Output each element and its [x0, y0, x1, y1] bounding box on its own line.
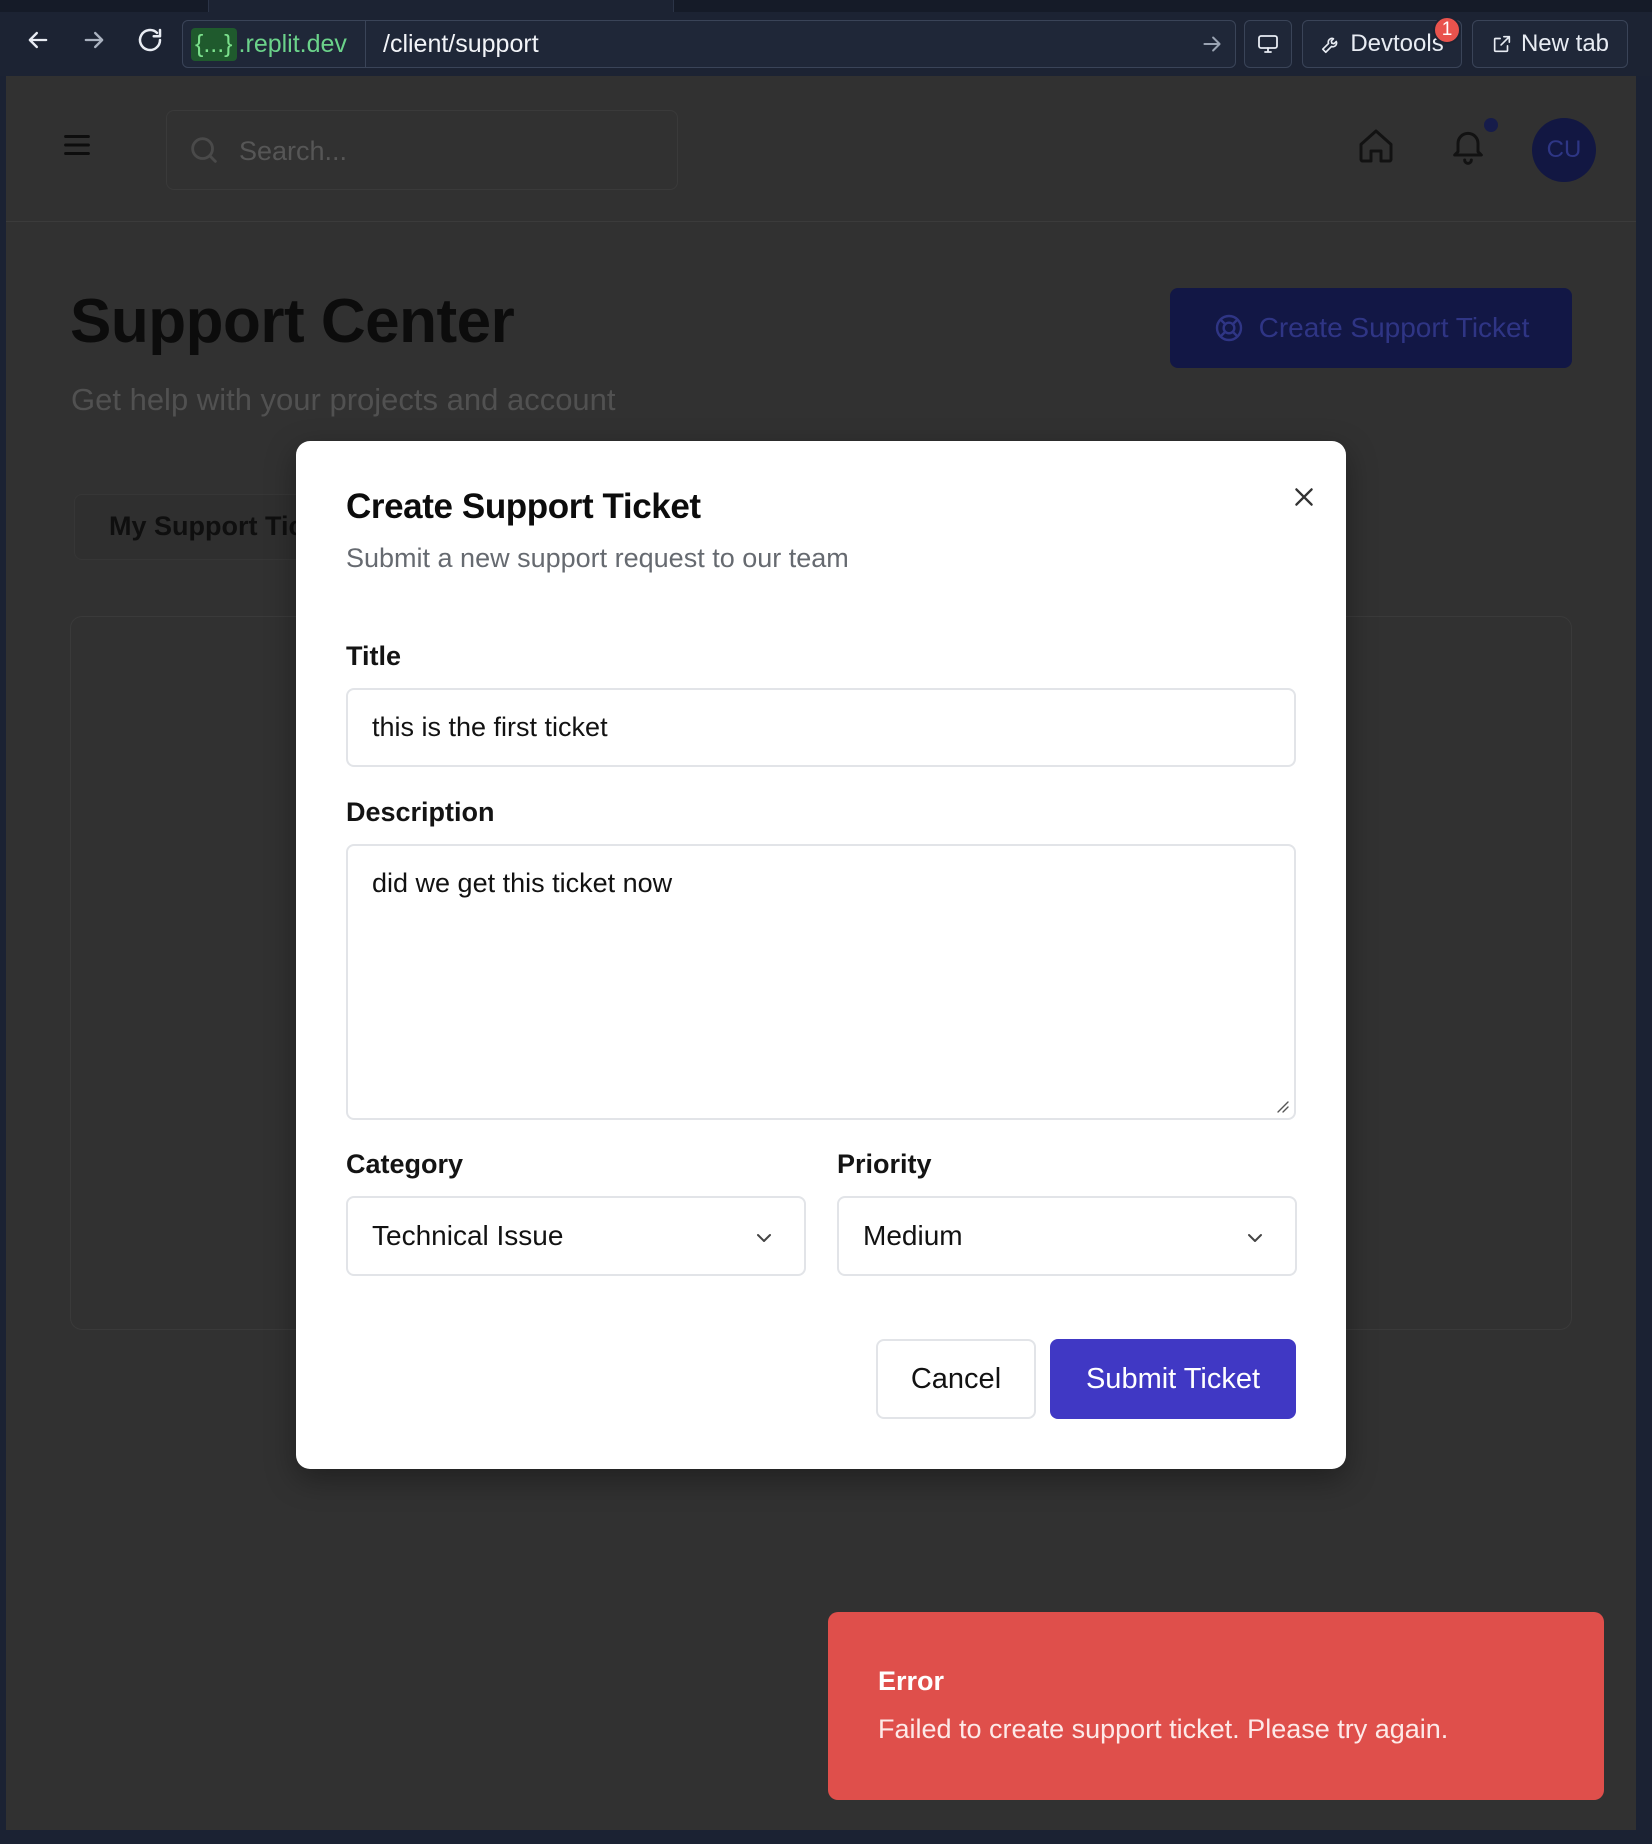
submit-ticket-button[interactable]: Submit Ticket [1050, 1339, 1296, 1419]
reload-icon [138, 28, 162, 52]
url-host: {...} .replit.dev [191, 27, 347, 61]
dialog-description: Submit a new support request to our team [346, 543, 849, 573]
priority-value: Medium [863, 1220, 963, 1251]
wrench-icon [1322, 37, 1338, 54]
category-label: Category [346, 1149, 464, 1179]
search-placeholder: Search... [239, 136, 348, 166]
new-tab-button[interactable]: New tab [1472, 20, 1628, 68]
create-ticket-dialog: Create Support Ticket Submit a new suppo… [296, 441, 1346, 1469]
active-tab[interactable] [208, 0, 674, 12]
browser-toolbar: {...} .replit.dev /client/support Devtoo… [0, 0, 1652, 76]
create-support-ticket-button[interactable]: Create Support Ticket [1170, 288, 1572, 368]
url-host-chip: {...} [191, 27, 237, 61]
description-field[interactable]: did we get this ticket now [346, 844, 1296, 1120]
description-text: did we get this ticket now [372, 868, 673, 898]
monitor-icon [1258, 35, 1278, 53]
resize-handle-icon[interactable] [1274, 1098, 1290, 1114]
page-title: Support Center [70, 287, 515, 356]
priority-select[interactable]: Medium [837, 1196, 1297, 1276]
error-toast[interactable]: Error Failed to create support ticket. P… [828, 1612, 1604, 1800]
devtools-error-badge: 1 [1433, 16, 1461, 44]
chevron-down-icon [757, 1234, 771, 1242]
avatar[interactable]: CU [1532, 118, 1596, 182]
devtools-label: Devtools [1350, 30, 1444, 57]
priority-label: Priority [837, 1149, 932, 1179]
window-edge [1636, 76, 1652, 1844]
arrow-right-icon [84, 31, 104, 49]
new-tab-label: New tab [1520, 30, 1610, 57]
go-arrow-icon[interactable] [1199, 31, 1225, 57]
address-bar[interactable]: {...} .replit.dev /client/support [182, 20, 1236, 68]
menu-button[interactable] [60, 128, 94, 167]
title-label: Title [346, 641, 402, 671]
tab-my-support-tickets[interactable]: My Support Tic [109, 511, 304, 542]
forward-button[interactable] [76, 22, 112, 58]
home-button[interactable] [1356, 126, 1396, 171]
search-input[interactable]: Search... [166, 110, 678, 190]
description-label: Description [346, 797, 495, 827]
toast-message: Failed to create support ticket. Please … [878, 1714, 1449, 1744]
url-path[interactable]: /client/support [383, 30, 539, 59]
toast-title: Error [878, 1666, 945, 1696]
app-header: Search... CU [6, 76, 1636, 222]
back-button[interactable] [20, 22, 56, 58]
search-icon [191, 137, 217, 163]
url-divider [365, 21, 366, 67]
external-link-icon [1493, 35, 1511, 53]
dialog-title: Create Support Ticket [346, 487, 701, 526]
title-field[interactable]: this is the first ticket [346, 688, 1296, 767]
lifebuoy-icon [1215, 314, 1242, 342]
notification-dot [1484, 118, 1498, 132]
hamburger-icon [64, 134, 90, 156]
home-icon [1359, 129, 1393, 163]
url-host-suffix: .replit.dev [238, 29, 347, 58]
arrow-left-icon [28, 31, 48, 49]
close-button[interactable] [1284, 477, 1324, 517]
category-value: Technical Issue [372, 1220, 564, 1251]
page-subtitle: Get help with your projects and account [71, 382, 616, 417]
create-support-ticket-label: Create Support Ticket [1258, 312, 1530, 343]
notifications-button[interactable] [1448, 124, 1488, 171]
tab-strip [0, 0, 1652, 12]
device-preview-button[interactable] [1244, 20, 1292, 68]
chevron-down-icon [1248, 1234, 1262, 1242]
category-select[interactable]: Technical Issue [346, 1196, 806, 1276]
close-icon [1295, 488, 1313, 506]
cancel-button[interactable]: Cancel [876, 1339, 1036, 1419]
tabs-list: My Support Tic [74, 494, 334, 560]
bell-icon [1453, 131, 1483, 165]
window-bottom-edge [0, 1830, 1652, 1844]
reload-button[interactable] [132, 22, 168, 58]
